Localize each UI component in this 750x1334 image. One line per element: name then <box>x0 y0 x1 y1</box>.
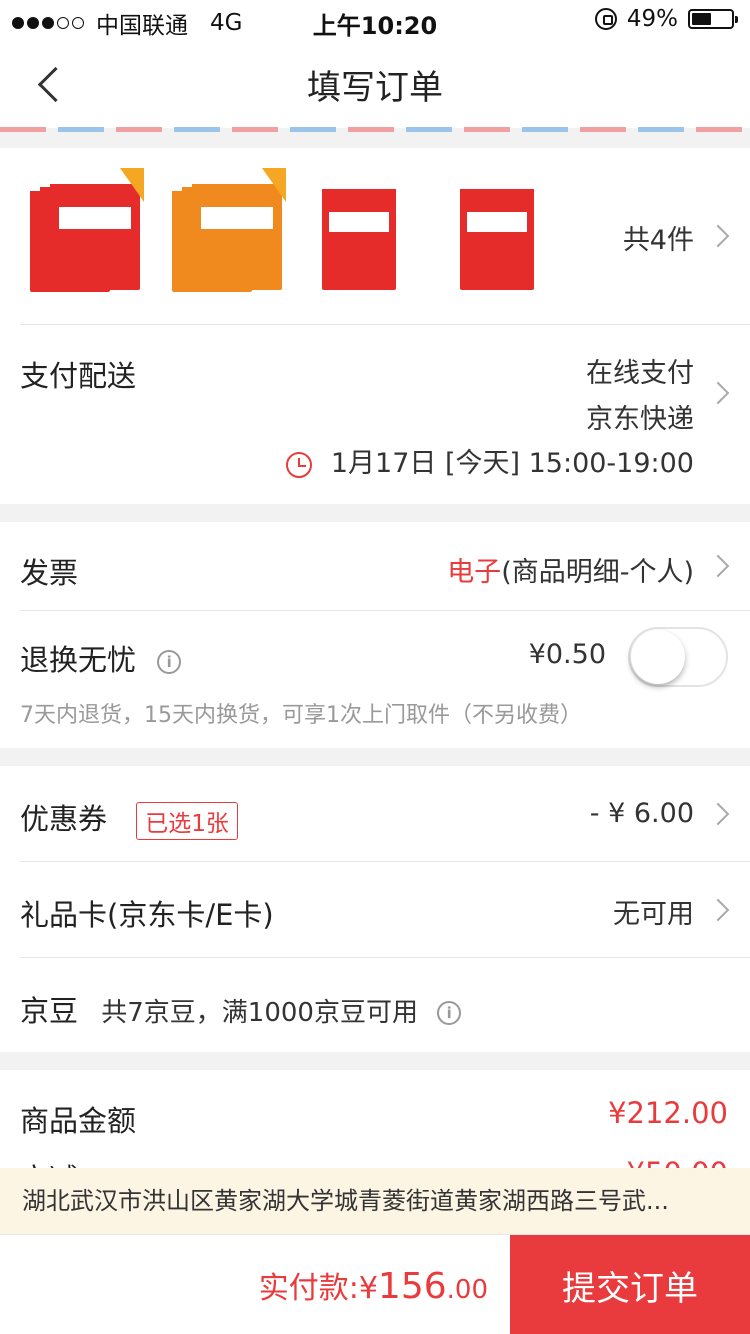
invoice-detail: (商品明细-个人) <box>501 557 694 588</box>
product-thumbnail <box>172 168 292 296</box>
battery-percent: 49% <box>626 6 678 32</box>
coupon-title: 优惠券 已选1张 <box>20 796 238 840</box>
gift-card-row[interactable]: 礼品卡(京东卡/E卡) 无可用 <box>0 862 750 957</box>
rotation-lock-icon <box>594 8 617 30</box>
amount-due-decimal: .00 <box>446 1275 488 1305</box>
payment-delivery-row[interactable]: 支付配送 在线支付 京东快递 1月17日 [今天] 15:00-19:00 <box>0 325 750 504</box>
battery-icon <box>688 9 738 29</box>
coupon-value: - ¥ 6.00 <box>589 798 694 829</box>
back-arrow-icon[interactable] <box>30 62 70 106</box>
payment-delivery-label: 支付配送 <box>20 359 137 393</box>
amount-due-integer: 156 <box>377 1266 447 1307</box>
coupon-selected-badge: 已选1张 <box>136 802 238 840</box>
page-title: 填写订单 <box>307 67 443 108</box>
product-thumbnail <box>30 168 150 296</box>
worry-free-row: 退换无忧 i ¥0.50 7天内退货，15天内换货，可享1次上门取件（不另收费） <box>0 611 750 748</box>
product-thumbnail <box>318 172 438 296</box>
worry-free-description: 7天内退货，15天内换货，可享1次上门取件（不另收费） <box>20 703 582 728</box>
invoice-label: 发票 <box>20 556 79 590</box>
chevron-right-icon <box>706 381 730 405</box>
status-bar: 中国联通 4G 上午10:20 49% <box>0 0 750 40</box>
clock-icon <box>286 451 313 478</box>
invoice-service-card: 发票 电子(商品明细-个人) 退换无忧 i ¥0.50 7天内退货，15天内换货… <box>0 522 750 748</box>
jingdou-label: 京豆 <box>20 994 79 1028</box>
jingdou-detail: 共7京豆，满1000京豆可用 <box>101 998 418 1028</box>
amount-due-label: 实付款: <box>258 1271 359 1306</box>
submit-order-button[interactable]: 提交订单 <box>510 1235 750 1334</box>
shipping-method: 京东快递 <box>586 404 694 435</box>
chevron-right-icon <box>706 224 730 248</box>
goods-amount-label: 商品金额 <box>20 1104 137 1138</box>
nav-bar: 填写订单 <box>0 40 750 128</box>
address-stripe-divider <box>0 127 750 132</box>
jingdou-title: 京豆 共7京豆，满1000京豆可用 i <box>20 988 462 1030</box>
info-icon[interactable]: i <box>437 1001 462 1025</box>
order-page: 中国联通 4G 上午10:20 49% 填写订单 共4件 支付配送 在线支付 京… <box>0 0 750 1334</box>
product-count: 共4件 <box>622 225 694 256</box>
shipping-address-bar[interactable]: 湖北武汉市洪山区黄家湖大学城青菱街道黄家湖西路三号武... <box>0 1168 750 1234</box>
jingdou-row: 京豆 共7京豆，满1000京豆可用 i <box>0 958 750 1052</box>
products-delivery-card: 共4件 支付配送 在线支付 京东快递 1月17日 [今天] 15:00-19:0… <box>0 148 750 504</box>
amount-due: 实付款:¥156.00 <box>259 1263 488 1307</box>
coupon-row[interactable]: 优惠券 已选1张 - ¥ 6.00 <box>0 766 750 861</box>
invoice-value: 电子(商品明细-个人) <box>447 550 694 589</box>
invoice-type: 电子 <box>447 557 502 588</box>
amount-due-currency: ¥ <box>358 1271 378 1306</box>
gift-card-label: 礼品卡(京东卡/E卡) <box>20 898 274 932</box>
checkout-bar: 实付款:¥156.00 提交订单 <box>0 1234 750 1334</box>
coupon-label: 优惠券 <box>20 802 108 836</box>
discount-card: 优惠券 已选1张 - ¥ 6.00 礼品卡(京东卡/E卡) 无可用 京豆 共7京… <box>0 766 750 1052</box>
invoice-row[interactable]: 发票 电子(商品明细-个人) <box>0 522 750 610</box>
goods-amount-value: ¥212.00 <box>608 1096 728 1130</box>
worry-free-title: 退换无忧 i <box>20 637 182 679</box>
delivery-time-text: 1月17日 [今天] 15:00-19:00 <box>330 448 694 479</box>
worry-free-toggle[interactable] <box>628 627 728 687</box>
worry-free-label: 退换无忧 <box>20 643 137 677</box>
payment-method: 在线支付 <box>586 358 694 389</box>
info-icon[interactable]: i <box>157 650 182 674</box>
worry-free-price: ¥0.50 <box>528 639 606 670</box>
chevron-right-icon <box>706 898 730 922</box>
product-thumbnail <box>456 172 576 296</box>
gift-card-value: 无可用 <box>613 899 694 930</box>
chevron-right-icon <box>706 554 730 578</box>
delivery-time: 1月17日 [今天] 15:00-19:00 <box>286 441 694 480</box>
product-list-row[interactable]: 共4件 <box>0 148 750 324</box>
chevron-right-icon <box>706 802 730 826</box>
